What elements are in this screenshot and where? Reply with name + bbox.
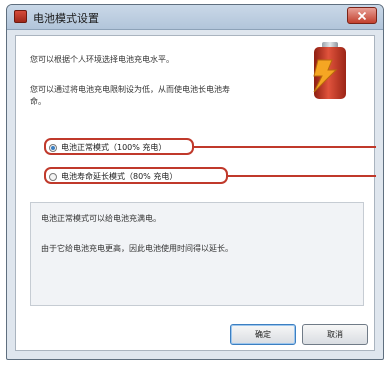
cancel-button[interactable]: 取消 <box>302 324 368 345</box>
radio-button-checked[interactable] <box>49 143 57 152</box>
radio-normal-mode[interactable]: 电池正常模式（100% 充电） <box>49 142 166 153</box>
intro-text-3: 命。 <box>30 97 46 106</box>
intro-text-2: 您可以通过将电池充电限制设为低，从而使电池长电池寿 <box>30 85 230 94</box>
radio-extended-mode[interactable]: 电池寿命延长模式（80% 充电） <box>49 171 177 182</box>
description-text-2: 由于它给电池充电更高，因此电池使用时间得以延长。 <box>41 244 233 253</box>
window-title: 电池模式设置 <box>33 12 99 25</box>
radio-extended-mode-label: 电池寿命延长模式（80% 充电） <box>61 172 178 181</box>
radio-button-unchecked[interactable] <box>49 172 57 181</box>
callout-line-1 <box>194 146 376 148</box>
radio-normal-mode-label: 电池正常模式（100% 充电） <box>61 143 167 152</box>
description-text-1: 电池正常模式可以给电池充满电。 <box>41 214 161 223</box>
dialog-window: 电池模式设置 您可以根据个人环境选择电池充电水平。 您可以通过将电池充电限制设为… <box>6 4 384 360</box>
close-button[interactable] <box>347 7 377 24</box>
battery-charging-icon <box>313 42 346 99</box>
battery-app-icon <box>14 10 27 23</box>
callout-line-2 <box>228 175 376 177</box>
description-panel: 电池正常模式可以给电池充满电。 由于它给电池充电更高，因此电池使用时间得以延长。 <box>30 202 364 306</box>
intro-text-1: 您可以根据个人环境选择电池充电水平。 <box>30 55 174 64</box>
close-icon <box>357 11 367 20</box>
ok-button[interactable]: 确定 <box>230 324 296 345</box>
dialog-content: 您可以根据个人环境选择电池充电水平。 您可以通过将电池充电限制设为低，从而使电池… <box>15 35 376 351</box>
title-bar[interactable]: 电池模式设置 <box>7 5 383 30</box>
